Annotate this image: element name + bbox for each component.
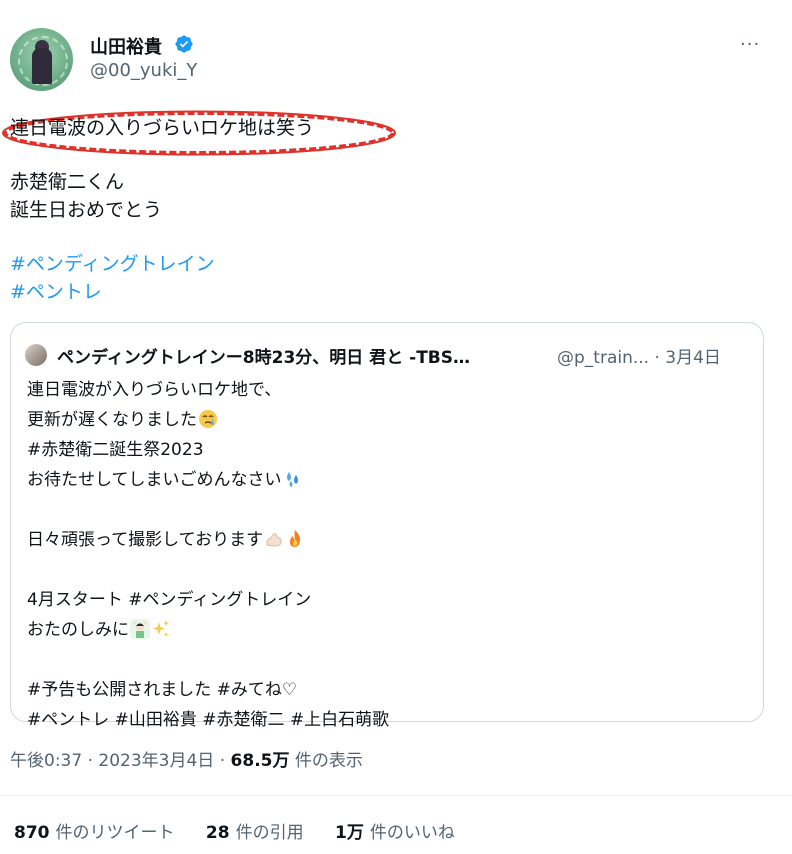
crying-face-emoji-icon	[199, 410, 217, 428]
tweet-metadata: 午後0:37 · 2023年3月4日 · 68.5万 件の表示	[10, 746, 363, 771]
retweets-stat[interactable]: 870 件のリツイート	[14, 818, 175, 843]
quoted-blank-line	[27, 555, 389, 585]
quoted-blank-line	[27, 645, 389, 675]
quotes-label: 件の引用	[235, 823, 304, 843]
quoted-tweet-body: 連日電波が入りづらいロケ地で、 更新が遅くなりました #赤楚衛二誕生祭2023 …	[27, 375, 389, 735]
author-avatar[interactable]	[10, 28, 73, 91]
more-options-icon[interactable]: ···	[740, 34, 760, 55]
tweet-text-line-3: 誕生日おめでとう	[10, 199, 163, 221]
quoted-tweet-card[interactable]: ペンディングトレインー8時23分、明日 君と -TBS… @p_train...…	[10, 322, 764, 730]
tweet-header: 山田裕貴 @00_yuki_Y ···	[0, 0, 792, 110]
sparkles-emoji-icon	[153, 620, 169, 637]
quoted-line: 4月スタート #ペンディングトレイン	[27, 590, 312, 610]
quoted-blank-line	[27, 495, 389, 525]
quotes-count: 28	[205, 823, 230, 843]
quoted-line: 連日電波が入りづらいロケ地で、	[27, 380, 282, 400]
engagement-stats: 870 件のリツイート 28 件の引用 1万 件のいいね	[14, 818, 481, 843]
tweet-date[interactable]: 2023年3月4日	[98, 751, 214, 771]
retweets-label: 件のリツイート	[55, 823, 175, 843]
retweets-count: 870	[14, 823, 50, 843]
quoted-author-handle-date: @p_train... · 3月4日	[557, 348, 721, 368]
divider	[0, 795, 792, 796]
quoted-line: 更新が遅くなりました	[27, 405, 389, 435]
tweet-time[interactable]: 午後0:37	[10, 751, 82, 771]
quoted-author-avatar	[25, 344, 47, 366]
verified-badge-icon	[175, 35, 193, 53]
quoted-line: #ペントレ #山田裕貴 #赤楚衛二 #上白石萌歌	[27, 710, 390, 730]
person-gesturing-ok-emoji-icon	[130, 619, 150, 639]
author-name[interactable]: 山田裕貴	[90, 33, 162, 59]
fire-emoji-icon	[290, 530, 301, 547]
quoted-line: #予告も公開されました #みてね♡	[27, 680, 298, 700]
tweet-text-line-2: 赤楚衛二くん	[10, 171, 125, 193]
quoted-hashtag-line: #赤楚衛二誕生祭2023	[27, 440, 204, 460]
flexed-biceps-emoji-icon	[266, 533, 282, 547]
author-handle[interactable]: @00_yuki_Y	[90, 60, 197, 81]
quotes-stat[interactable]: 28 件の引用	[206, 818, 304, 843]
tweet-text-line-1: 連日電波の入りづらいロケ地は笑う	[10, 117, 315, 139]
quoted-line: お待たせしてしまいごめんなさい	[27, 465, 389, 495]
meta-separator: ·	[219, 751, 226, 771]
likes-stat[interactable]: 1万 件のいいね	[335, 818, 455, 843]
sweat-droplets-emoji-icon	[286, 472, 298, 487]
hashtag-link[interactable]: #ペントレ	[10, 278, 102, 306]
meta-separator: ·	[87, 751, 93, 771]
quoted-line: 日々頑張って撮影しております	[27, 525, 389, 555]
quoted-author-name: ペンディングトレインー8時23分、明日 君と -TBS…	[57, 348, 470, 368]
likes-count: 1万	[334, 823, 364, 843]
quoted-line: おたのしみに	[27, 615, 389, 645]
hashtag-link[interactable]: #ペンディングトレイン	[10, 250, 215, 278]
views-label: 件の表示	[294, 751, 363, 771]
views-count: 68.5万	[230, 751, 290, 771]
likes-label: 件のいいね	[369, 823, 455, 843]
avatar-figure-body	[32, 48, 52, 84]
